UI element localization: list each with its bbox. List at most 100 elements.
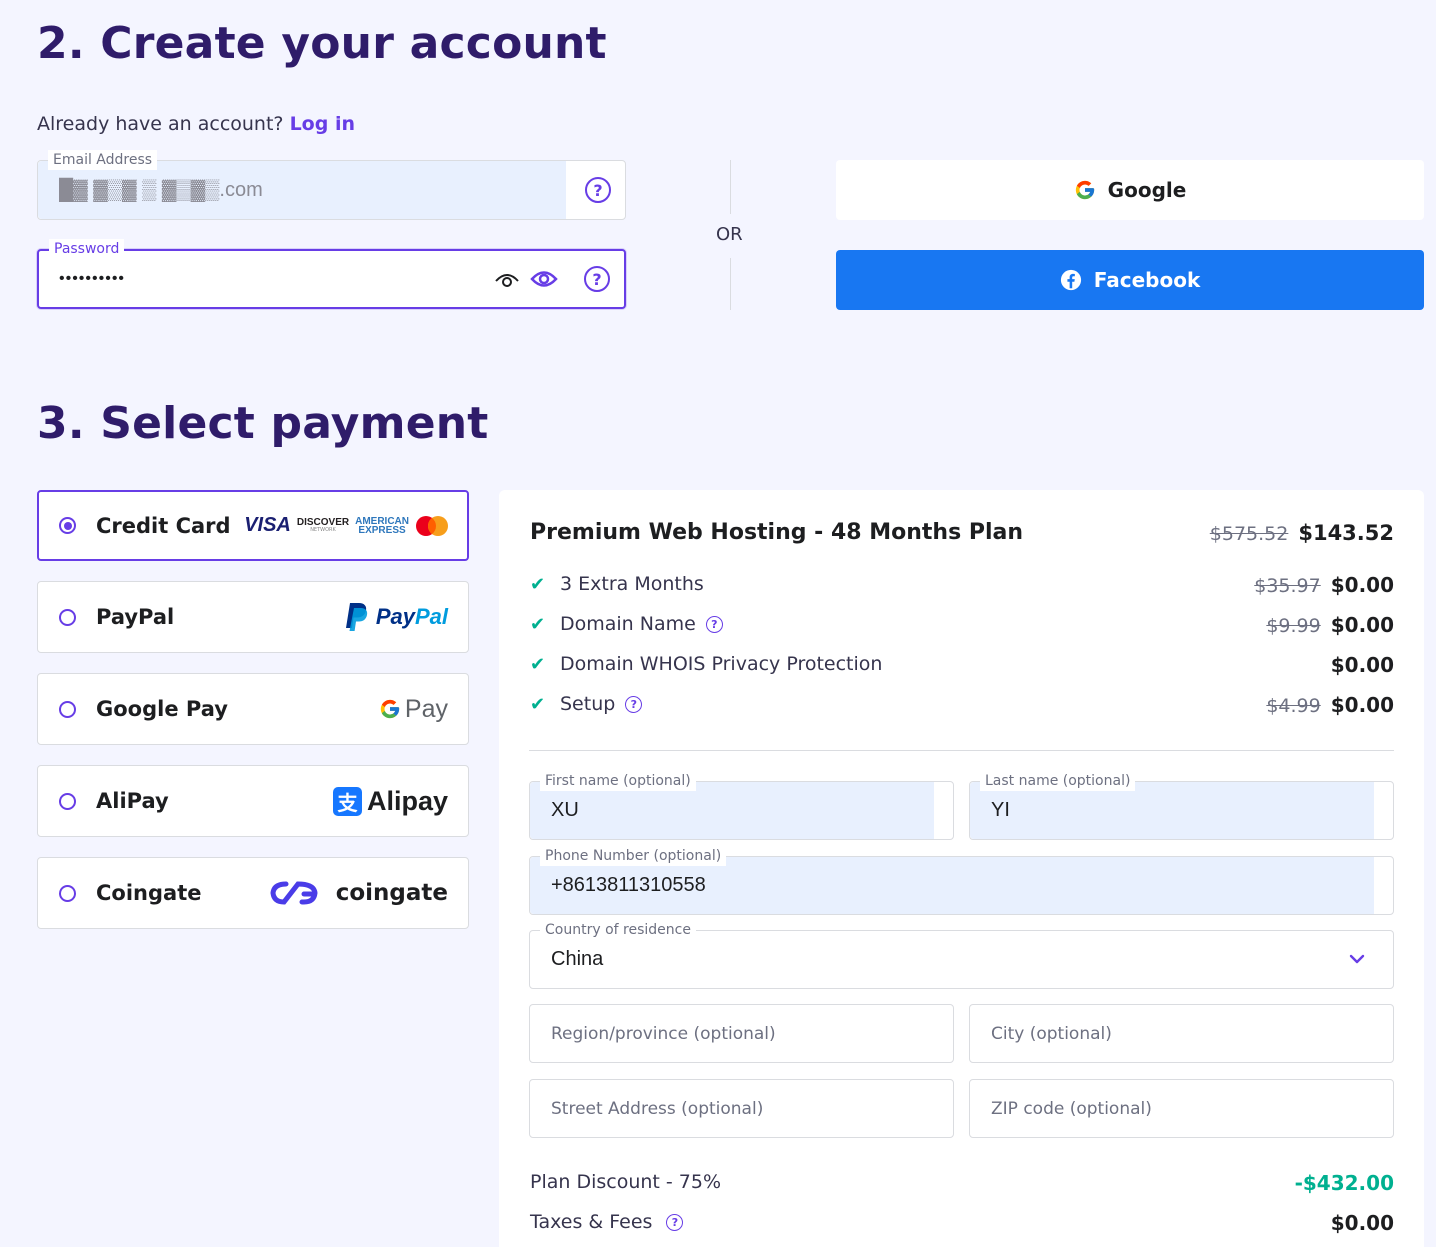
password-help-icon[interactable]: ? <box>584 266 610 292</box>
amex-logo: AMERICAN EXPRESS <box>355 515 409 536</box>
select-payment-heading: 3. Select payment <box>37 398 489 449</box>
plan-discount-value: -$432.00 <box>1294 1171 1394 1195</box>
payment-method-label: Google Pay <box>96 697 228 721</box>
last-name-field[interactable]: Last name (optional) YI <box>969 771 1394 840</box>
line-item-new-price: $0.00 <box>1330 613 1394 637</box>
street-field[interactable]: Street Address (optional) <box>529 1079 954 1138</box>
line-item-label: Domain Name <box>560 613 696 635</box>
mastercard-logo <box>416 515 448 536</box>
phone-field[interactable]: Phone Number (optional) +8613811310558 <box>529 846 1394 915</box>
coingate-icon <box>270 881 318 905</box>
payment-method-credit-card[interactable]: Credit Card VISA DISCOVER NETWORK AMERIC… <box>37 490 469 561</box>
line-item: ✔ Setup ? <box>530 693 643 715</box>
facebook-icon <box>1060 269 1082 291</box>
check-icon: ✔ <box>530 693 546 715</box>
radio-credit-card[interactable] <box>59 517 76 534</box>
country-select[interactable]: Country of residence China <box>529 920 1394 989</box>
line-item-new-price: $0.00 <box>1330 653 1394 677</box>
line-item-old-price: $4.99 <box>1266 695 1321 717</box>
plan-title: Premium Web Hosting - 48 Months Plan <box>530 520 1024 545</box>
google-label: Google <box>1107 178 1187 202</box>
taxes-help-icon[interactable]: ? <box>666 1213 684 1231</box>
already-text: Already have an account? <box>37 113 284 135</box>
chevron-down-icon[interactable] <box>1349 951 1365 971</box>
city-placeholder: City (optional) <box>991 1023 1112 1044</box>
alipay-icon: 支 <box>332 786 362 816</box>
radio-google-pay[interactable] <box>59 700 76 718</box>
facebook-login-button[interactable]: Facebook <box>836 250 1424 310</box>
first-name-field[interactable]: First name (optional) XU <box>529 771 954 840</box>
payment-method-label: PayPal <box>96 605 175 629</box>
city-field[interactable]: City (optional) <box>969 1004 1394 1063</box>
domain-help-icon[interactable]: ? <box>705 615 723 633</box>
alipay-logo: 支 Alipay <box>332 785 448 817</box>
email-help-icon[interactable]: ? <box>585 177 611 203</box>
setup-help-icon[interactable]: ? <box>625 695 643 713</box>
line-item-new-price: $0.00 <box>1330 693 1394 717</box>
check-icon: ✔ <box>530 613 546 635</box>
line-item-label: Setup <box>560 693 616 715</box>
login-link[interactable]: Log in <box>290 113 355 135</box>
coingate-wordmark: coingate <box>335 880 448 906</box>
radio-paypal[interactable] <box>59 608 76 626</box>
line-item-price: $35.97 $0.00 <box>1254 573 1394 597</box>
plan-old-price: $575.52 <box>1209 523 1289 545</box>
line-item: ✔ Domain WHOIS Privacy Protection <box>530 653 882 675</box>
create-account-heading: 2. Create your account <box>37 18 607 69</box>
or-divider-bottom <box>730 258 731 310</box>
paypal-wordmark: PayPal <box>375 604 448 629</box>
check-icon: ✔ <box>530 653 546 675</box>
summary-divider <box>529 750 1394 751</box>
line-item-old-price: $9.99 <box>1266 615 1321 637</box>
region-placeholder: Region/province (optional) <box>551 1023 776 1044</box>
coingate-logo: coingate <box>268 878 448 908</box>
payment-method-label: AliPay <box>96 789 169 813</box>
facebook-label: Facebook <box>1093 268 1201 292</box>
taxes-fees-value: $0.00 <box>1330 1211 1394 1235</box>
line-item-price: $4.99 $0.00 <box>1266 693 1394 717</box>
line-item-price: $9.99 $0.00 <box>1266 613 1394 637</box>
email-field[interactable]: Email Address █▓ ▓▒▓ ▒ ▓▒▓▒.com ? <box>37 150 626 220</box>
payment-method-alipay[interactable]: AliPay 支 Alipay <box>37 765 469 837</box>
google-icon <box>1074 179 1096 201</box>
payment-method-google-pay[interactable]: Google Pay Pay <box>37 673 469 745</box>
payment-method-paypal[interactable]: PayPal PayPal <box>37 581 469 653</box>
phone-value: +8613811310558 <box>551 874 706 896</box>
browser-reveal-eye-icon[interactable] <box>494 269 520 295</box>
line-item-old-price: $35.97 <box>1254 575 1321 597</box>
radio-alipay[interactable] <box>59 792 76 810</box>
line-item-price: $0.00 <box>1331 653 1394 677</box>
card-brand-logos: VISA DISCOVER NETWORK AMERICAN EXPRESS <box>244 514 449 537</box>
password-value: •••••••••• <box>59 270 126 287</box>
last-name-value: YI <box>991 799 1010 821</box>
line-item-label: 3 Extra Months <box>560 573 704 595</box>
radio-coingate[interactable] <box>59 884 76 902</box>
first-name-value: XU <box>551 799 579 821</box>
taxes-fees-row: Taxes & Fees ? <box>530 1211 684 1233</box>
email-value: █▓ ▓▒▓ ▒ ▓▒▓▒.com <box>59 178 263 201</box>
line-item-label: Domain WHOIS Privacy Protection <box>560 653 883 675</box>
alipay-wordmark: Alipay <box>366 785 448 816</box>
paypal-p-icon <box>345 603 368 631</box>
payment-method-label: Coingate <box>96 881 202 905</box>
google-login-button[interactable]: Google <box>836 160 1424 220</box>
zip-field[interactable]: ZIP code (optional) <box>969 1079 1394 1138</box>
plan-discount-label: Plan Discount - 75% <box>530 1171 722 1193</box>
street-placeholder: Street Address (optional) <box>551 1098 764 1119</box>
google-g-icon <box>380 699 400 719</box>
or-divider-top <box>730 160 731 214</box>
zip-placeholder: ZIP code (optional) <box>991 1098 1152 1119</box>
password-field[interactable]: Password •••••••••• ? <box>37 239 626 309</box>
taxes-fees-label: Taxes & Fees <box>530 1211 653 1233</box>
show-password-eye-icon[interactable] <box>530 267 558 295</box>
plan-new-price: $143.52 <box>1298 521 1394 545</box>
visa-logo: VISA <box>244 514 291 536</box>
region-field[interactable]: Region/province (optional) <box>529 1004 954 1063</box>
line-item: ✔ Domain Name ? <box>530 613 723 635</box>
or-text: OR <box>716 224 743 245</box>
line-item-new-price: $0.00 <box>1330 573 1394 597</box>
payment-method-coingate[interactable]: Coingate coingate <box>37 857 469 929</box>
discover-logo: DISCOVER NETWORK <box>296 517 350 533</box>
line-item: ✔ 3 Extra Months <box>530 573 704 595</box>
payment-method-label: Credit Card <box>96 513 231 538</box>
